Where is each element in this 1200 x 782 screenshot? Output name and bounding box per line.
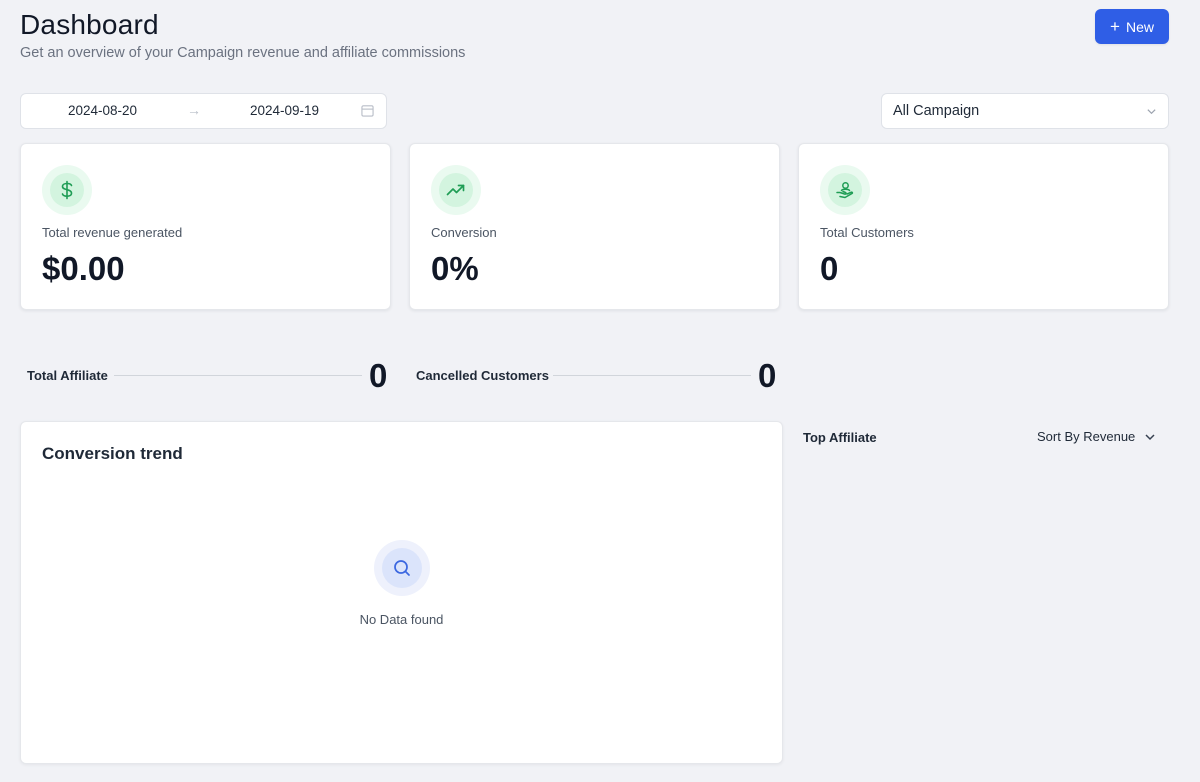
stat-card-value: 0% [431, 250, 479, 287]
divider [553, 375, 751, 376]
date-end-input[interactable]: 2024-09-19 [250, 103, 319, 118]
page-subtitle: Get an overview of your Campaign revenue… [20, 45, 466, 61]
stat-card-label: Total revenue generated [42, 225, 183, 240]
stat-card-customers: Total Customers 0 [798, 143, 1169, 310]
sort-by-dropdown[interactable]: Sort By Revenue [1037, 429, 1156, 444]
stat-card-label: Total Customers [820, 225, 914, 240]
plus-icon: + [1110, 16, 1120, 36]
page-title: Dashboard [20, 9, 159, 40]
cancelled-customers-stat: Cancelled Customers 0 [416, 357, 780, 394]
empty-state-text: No Data found [359, 612, 444, 627]
customers-icon [820, 165, 870, 215]
new-button[interactable]: + New [1095, 9, 1169, 44]
date-range-picker[interactable]: 2024-08-20 → 2024-09-19 [20, 93, 387, 129]
conversion-trend-title: Conversion trend [42, 444, 183, 463]
stat-card-conversion: Conversion 0% [409, 143, 780, 310]
cancelled-customers-value: 0 [758, 357, 777, 394]
dollar-icon [42, 165, 92, 215]
campaign-select[interactable]: All Campaign [881, 93, 1169, 129]
stat-card-value: 0 [820, 250, 839, 287]
divider [114, 375, 362, 376]
top-affiliate-title: Top Affiliate [803, 430, 877, 445]
stat-card-label: Conversion [431, 225, 497, 240]
sort-by-label: Sort By Revenue [1037, 429, 1136, 444]
chevron-down-icon [1145, 433, 1155, 440]
stat-card-value: $0.00 [42, 250, 125, 287]
search-icon [374, 540, 430, 596]
arrow-right-icon: → [187, 102, 201, 118]
date-start-input[interactable]: 2024-08-20 [68, 103, 137, 118]
total-affiliate-value: 0 [369, 357, 388, 394]
stat-card-revenue: Total revenue generated $0.00 [20, 143, 391, 310]
total-affiliate-label: Total Affiliate [27, 368, 108, 383]
chevron-down-icon [1147, 109, 1156, 115]
trending-up-icon [431, 165, 481, 215]
new-button-label: New [1125, 18, 1154, 35]
conversion-trend-card: Conversion trend No Data found [20, 421, 783, 764]
calendar-icon[interactable] [361, 104, 374, 117]
total-affiliate-stat: Total Affiliate 0 [27, 357, 391, 394]
cancelled-customers-label: Cancelled Customers [416, 368, 549, 383]
campaign-select-value: All Campaign [893, 103, 980, 119]
